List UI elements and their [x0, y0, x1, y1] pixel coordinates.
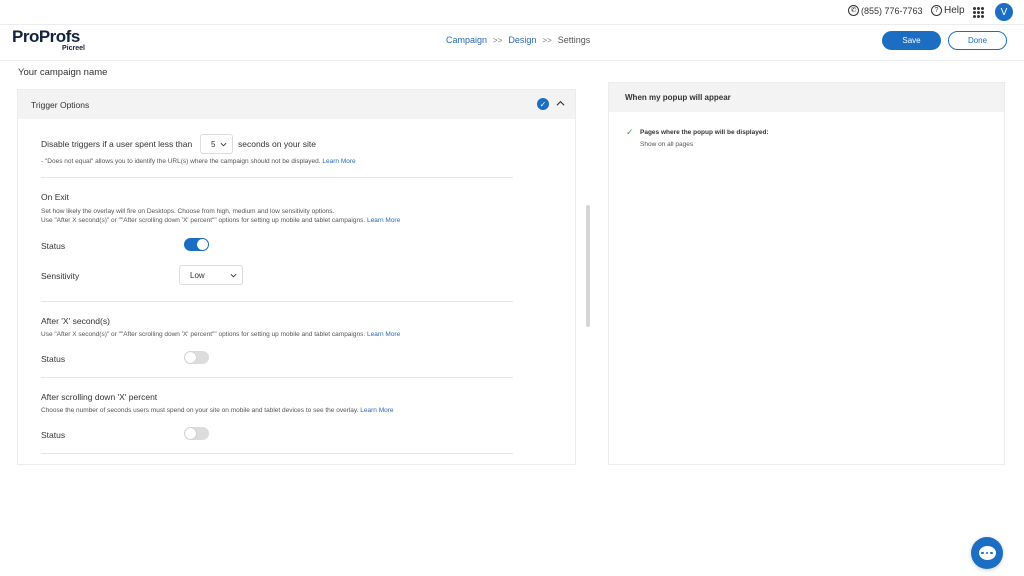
- chevron-up-icon[interactable]: [556, 99, 565, 108]
- learn-more-link[interactable]: Learn More: [322, 158, 355, 165]
- divider: [41, 453, 513, 454]
- pages-value: Show on all pages: [640, 141, 694, 148]
- chevron-down-icon: [220, 142, 227, 146]
- after-scroll-desc-text: Choose the number of seconds users must …: [41, 407, 359, 414]
- divider: [41, 377, 513, 378]
- breadcrumb-separator: >>: [493, 35, 503, 45]
- after-seconds-status-label: Status: [41, 354, 66, 364]
- popup-appearance-header: When my popup will appear: [609, 83, 1004, 112]
- trigger-options-panel: Trigger Options ✓ Disable triggers if a …: [17, 89, 576, 465]
- check-icon: ✓: [537, 98, 549, 110]
- sensitivity-select[interactable]: Low: [179, 265, 243, 285]
- on-exit-desc-1: Set how likely the overlay will fire on …: [41, 208, 335, 215]
- breadcrumb-design[interactable]: Design: [508, 35, 536, 45]
- on-exit-desc-2-text: Use "After X second(s)" or ""After scrol…: [41, 217, 366, 224]
- logo-sub-text: Picreel: [62, 45, 85, 52]
- on-exit-status-label: Status: [41, 241, 66, 251]
- breadcrumb-settings: Settings: [557, 35, 591, 45]
- divider: [41, 301, 513, 302]
- header: ProProfs Picreel Campaign >> Design >> S…: [0, 25, 1024, 61]
- chevron-down-icon: [230, 273, 237, 277]
- apps-grid-icon[interactable]: [973, 7, 984, 18]
- disable-triggers-suffix: seconds on your site: [238, 139, 316, 149]
- check-icon: ✓: [626, 127, 634, 137]
- on-exit-status-toggle[interactable]: [184, 238, 209, 251]
- after-seconds-title: After 'X' second(s): [41, 316, 110, 326]
- divider: [41, 177, 513, 178]
- after-seconds-desc-text: Use "After X second(s)" or ""After scrol…: [41, 331, 366, 338]
- learn-more-link[interactable]: Learn More: [367, 217, 400, 224]
- breadcrumb-campaign[interactable]: Campaign: [446, 35, 487, 45]
- after-scroll-title: After scrolling down 'X' percent: [41, 392, 158, 402]
- on-exit-title: On Exit: [41, 192, 69, 202]
- save-button[interactable]: Save: [882, 31, 941, 50]
- phone-contact[interactable]: ✆ (855) 776-7763: [848, 5, 923, 16]
- disable-triggers-prefix: Disable triggers if a user spent less th…: [41, 139, 193, 149]
- phone-icon: ✆: [848, 5, 859, 16]
- after-scroll-status-label: Status: [41, 430, 66, 440]
- pages-title: Pages where the popup will be displayed:: [640, 129, 769, 136]
- help-link[interactable]: ? Help: [931, 5, 965, 16]
- seconds-value: 5: [211, 139, 216, 149]
- scrollbar[interactable]: [586, 205, 590, 327]
- campaign-name[interactable]: Your campaign name: [18, 67, 107, 78]
- seconds-select[interactable]: 5: [200, 134, 233, 154]
- after-scroll-status-toggle[interactable]: [184, 427, 209, 440]
- breadcrumb: Campaign >> Design >> Settings: [446, 35, 590, 45]
- phone-number: (855) 776-7763: [861, 5, 923, 16]
- trigger-options-title: Trigger Options: [31, 99, 90, 110]
- top-utility-bar: ✆ (855) 776-7763 ? Help V: [0, 0, 1024, 25]
- avatar[interactable]: V: [995, 3, 1013, 21]
- sensitivity-value: Low: [190, 270, 205, 280]
- help-label: Help: [944, 5, 965, 16]
- after-seconds-desc: Use "After X second(s)" or ""After scrol…: [41, 331, 400, 338]
- logo-main-text: ProProfs: [12, 27, 80, 46]
- disable-triggers-note: - "Does not equal" allows you to identif…: [41, 158, 356, 165]
- learn-more-link[interactable]: Learn More: [367, 331, 400, 338]
- chat-icon: [978, 546, 996, 560]
- note-text: - "Does not equal" allows you to identif…: [41, 158, 321, 165]
- sensitivity-label: Sensitivity: [41, 271, 80, 281]
- popup-appearance-panel: When my popup will appear ✓ Pages where …: [608, 82, 1005, 465]
- on-exit-desc-2: Use "After X second(s)" or ""After scrol…: [41, 217, 400, 224]
- proprofs-logo[interactable]: ProProfs Picreel: [12, 27, 85, 52]
- chat-button[interactable]: [971, 537, 1003, 569]
- done-button[interactable]: Done: [948, 31, 1007, 50]
- learn-more-link[interactable]: Learn More: [360, 407, 393, 414]
- after-scroll-desc: Choose the number of seconds users must …: [41, 407, 394, 414]
- trigger-options-header[interactable]: Trigger Options ✓: [18, 90, 575, 119]
- question-icon: ?: [931, 5, 942, 16]
- after-seconds-status-toggle[interactable]: [184, 351, 209, 364]
- breadcrumb-separator: >>: [542, 35, 552, 45]
